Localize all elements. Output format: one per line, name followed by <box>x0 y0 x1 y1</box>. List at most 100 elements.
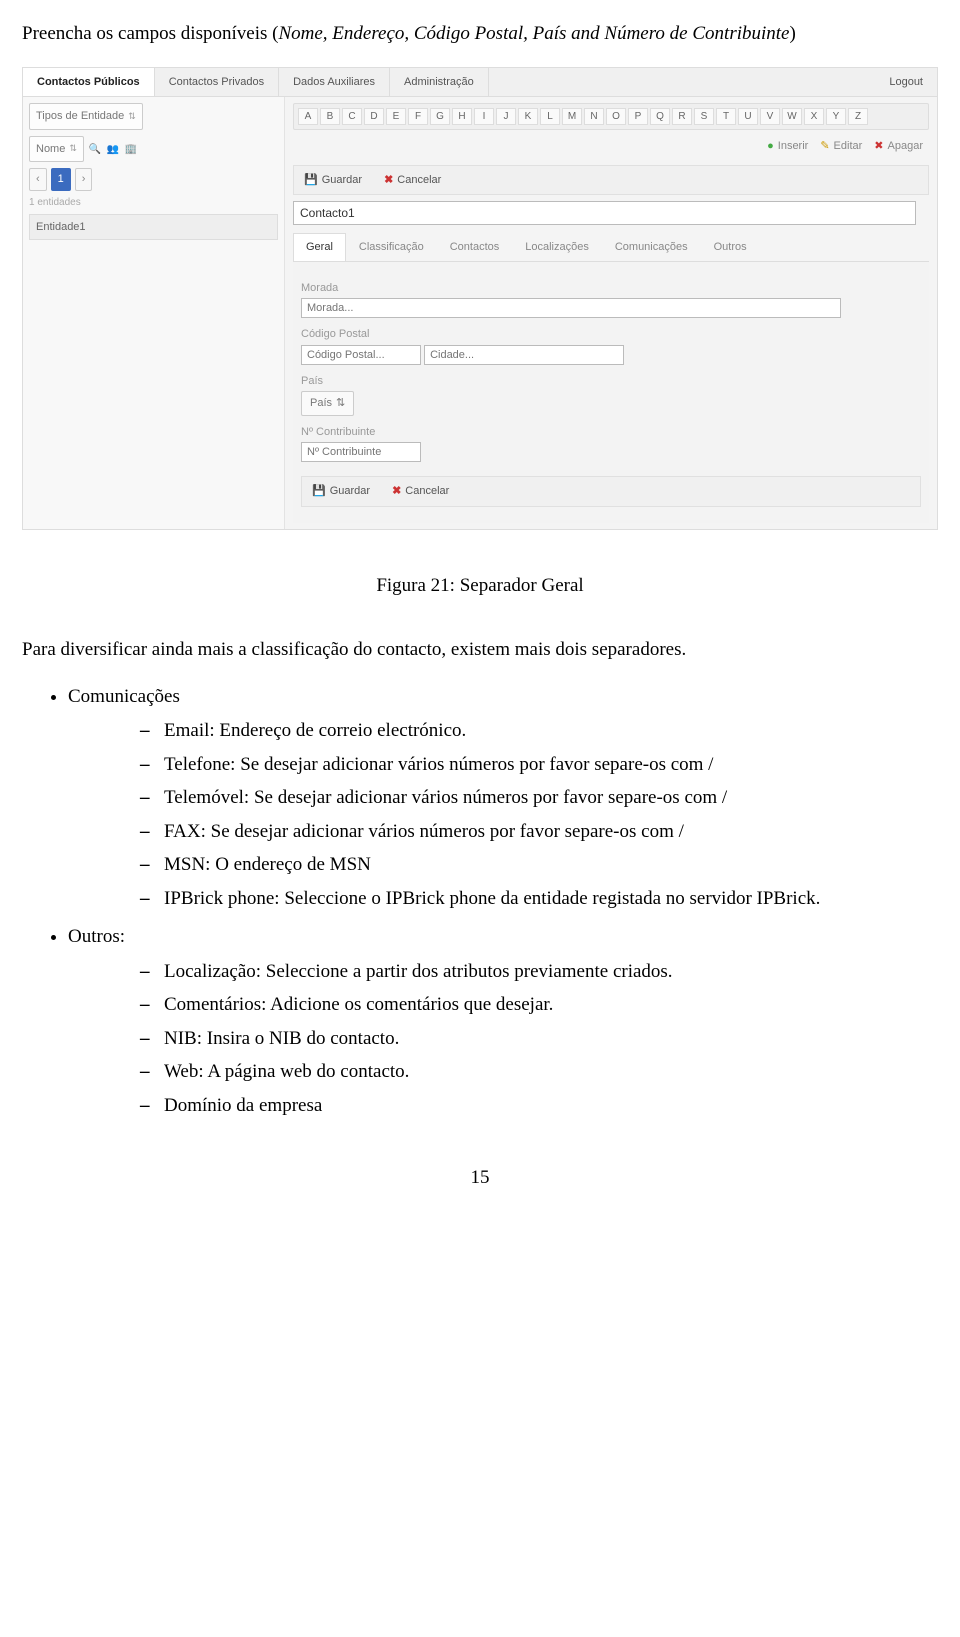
letter-h[interactable]: H <box>452 108 472 125</box>
intro-post: ) <box>789 23 795 44</box>
intro-paragraph: Preencha os campos disponíveis (Nome, En… <box>22 20 938 49</box>
subtab-geral[interactable]: Geral <box>293 233 346 261</box>
letter-l[interactable]: L <box>540 108 560 125</box>
list-item: NIB: Insira o NIB do contacto. <box>140 1025 938 1054</box>
subtab-comunicacoes[interactable]: Comunicações <box>602 233 701 261</box>
cancel-icon: ✖ <box>392 483 401 500</box>
letter-f[interactable]: F <box>408 108 428 125</box>
letter-a[interactable]: A <box>298 108 318 125</box>
contact-name-input[interactable] <box>293 201 916 225</box>
action-row: ●Inserir ✎Editar ✖ Apagar <box>293 134 929 159</box>
subtab-localizacoes[interactable]: Localizações <box>512 233 602 261</box>
letter-r[interactable]: R <box>672 108 692 125</box>
guardar-button[interactable]: 💾Guardar <box>298 170 368 191</box>
letter-s[interactable]: S <box>694 108 714 125</box>
editar-button[interactable]: ✎Editar <box>820 138 862 155</box>
letter-u[interactable]: U <box>738 108 758 125</box>
cancelar-button-bottom[interactable]: ✖Cancelar <box>386 481 455 502</box>
letter-y[interactable]: Y <box>826 108 846 125</box>
subtab-contactos[interactable]: Contactos <box>437 233 513 261</box>
comunicacoes-title: Comunicações <box>68 686 180 707</box>
top-bullet-list: Comunicações Email: Endereço de correio … <box>22 683 938 1121</box>
list-item: Telemóvel: Se desejar adicionar vários n… <box>140 784 938 813</box>
letter-d[interactable]: D <box>364 108 384 125</box>
pager-current[interactable]: 1 <box>51 168 71 191</box>
cancelar-button[interactable]: ✖Cancelar <box>378 170 447 191</box>
subtab-outros[interactable]: Outros <box>701 233 760 261</box>
letter-z[interactable]: Z <box>848 108 868 125</box>
letter-v[interactable]: V <box>760 108 780 125</box>
nc-input[interactable] <box>301 442 421 462</box>
app-body: Tipos de Entidade ⇅ Nome ⇅ 🔍 👥 🏢 ‹ 1 › 1… <box>23 97 937 529</box>
alphabet-filter: A B C D E F G H I J K L M N O P Q R S T <box>293 103 929 130</box>
pais-select-label: País <box>310 395 332 412</box>
letter-t[interactable]: T <box>716 108 736 125</box>
save-cancel-row-top: 💾Guardar ✖Cancelar <box>293 165 929 196</box>
list-item: Telefone: Se desejar adicionar vários nú… <box>140 751 938 780</box>
list-item: Web: A página web do contacto. <box>140 1058 938 1087</box>
tab-administracao[interactable]: Administração <box>390 68 489 97</box>
building-icon[interactable]: 🏢 <box>124 142 138 156</box>
tab-dados-auxiliares[interactable]: Dados Auxiliares <box>279 68 390 97</box>
plus-icon: ● <box>767 138 774 155</box>
letter-b[interactable]: B <box>320 108 340 125</box>
letter-g[interactable]: G <box>430 108 450 125</box>
nome-label: Nome <box>36 141 65 158</box>
apagar-label: Apagar <box>888 138 923 155</box>
pencil-icon: ✎ <box>820 138 829 155</box>
comunicacoes-item: Comunicações Email: Endereço de correio … <box>68 683 938 914</box>
tipos-entidade-select[interactable]: Tipos de Entidade ⇅ <box>29 103 143 130</box>
list-item: Comentários: Adicione os comentários que… <box>140 991 938 1020</box>
save-cancel-row-bottom: 💾Guardar ✖Cancelar <box>301 476 921 507</box>
guardar-label: Guardar <box>330 483 370 500</box>
pager-next[interactable]: › <box>75 168 93 191</box>
intro-pre: Preencha os campos disponíveis ( <box>22 23 278 44</box>
letter-o[interactable]: O <box>606 108 626 125</box>
cancelar-label: Cancelar <box>405 483 449 500</box>
people-icon[interactable]: 👥 <box>106 142 120 156</box>
inserir-button[interactable]: ●Inserir <box>767 138 808 155</box>
tab-contactos-privados[interactable]: Contactos Privados <box>155 68 279 97</box>
app-topbar: Contactos Públicos Contactos Privados Da… <box>23 68 937 98</box>
guardar-button-bottom[interactable]: 💾Guardar <box>306 481 376 502</box>
cidade-input[interactable] <box>424 345 624 365</box>
cp-input[interactable] <box>301 345 421 365</box>
list-item: Localização: Seleccione a partir dos atr… <box>140 958 938 987</box>
tipos-entidade-label: Tipos de Entidade <box>36 108 124 125</box>
subtab-classificacao[interactable]: Classificação <box>346 233 437 261</box>
letter-m[interactable]: M <box>562 108 582 125</box>
letter-k[interactable]: K <box>518 108 538 125</box>
pager-prev[interactable]: ‹ <box>29 168 47 191</box>
cp-label: Código Postal <box>301 326 921 343</box>
morada-input[interactable] <box>301 298 841 318</box>
letter-i[interactable]: I <box>474 108 494 125</box>
letter-p[interactable]: P <box>628 108 648 125</box>
pais-select[interactable]: País ⇅ <box>301 391 354 416</box>
letter-n[interactable]: N <box>584 108 604 125</box>
entity-row[interactable]: Entidade1 <box>29 214 278 241</box>
logout-link[interactable]: Logout <box>875 68 937 97</box>
letter-q[interactable]: Q <box>650 108 670 125</box>
list-item: MSN: O endereço de MSN <box>140 851 938 880</box>
delete-icon: ✖ <box>874 138 883 155</box>
search-icon[interactable]: 🔍 <box>88 142 102 156</box>
letter-c[interactable]: C <box>342 108 362 125</box>
apagar-button[interactable]: ✖ Apagar <box>874 138 923 155</box>
comunicacoes-sublist: Email: Endereço de correio electrónico. … <box>68 717 938 913</box>
list-item: FAX: Se desejar adicionar vários números… <box>140 818 938 847</box>
paragraph-after-caption: Para diversificar ainda mais a classific… <box>22 636 938 665</box>
chevron-updown-icon: ⇅ <box>128 110 136 124</box>
chevron-updown-icon: ⇅ <box>69 142 77 156</box>
page-number: 15 <box>22 1164 938 1193</box>
outros-title: Outros: <box>68 926 125 947</box>
left-panel: Tipos de Entidade ⇅ Nome ⇅ 🔍 👥 🏢 ‹ 1 › 1… <box>23 97 285 529</box>
list-item: IPBrick phone: Seleccione o IPBrick phon… <box>140 885 938 914</box>
cancelar-label: Cancelar <box>397 172 441 189</box>
tab-contactos-publicos[interactable]: Contactos Públicos <box>23 68 155 97</box>
letter-x[interactable]: X <box>804 108 824 125</box>
letter-w[interactable]: W <box>782 108 802 125</box>
letter-j[interactable]: J <box>496 108 516 125</box>
letter-e[interactable]: E <box>386 108 406 125</box>
list-item: Domínio da empresa <box>140 1092 938 1121</box>
nome-select[interactable]: Nome ⇅ <box>29 136 84 163</box>
